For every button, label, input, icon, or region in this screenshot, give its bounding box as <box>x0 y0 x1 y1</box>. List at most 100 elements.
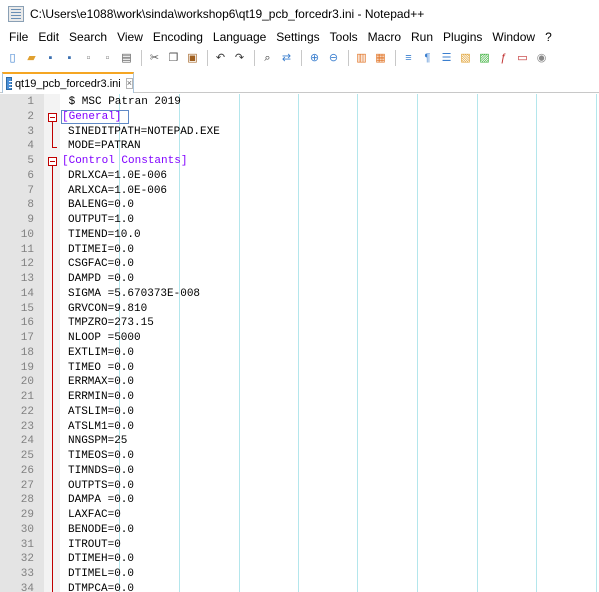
editor-line[interactable]: 12 CSGFAC=0.0 <box>0 257 599 272</box>
menu-tools[interactable]: Tools <box>325 30 363 44</box>
line-number: 9 <box>27 214 34 226</box>
close-all-icon[interactable]: ▫ <box>99 50 116 67</box>
editor-line[interactable]: 22 ATSLIM=0.0 <box>0 405 599 420</box>
editor-line[interactable]: 20 ERRMAX=0.0 <box>0 375 599 390</box>
monitoring-icon[interactable]: ◉ <box>533 50 550 67</box>
editor-line[interactable]: 13 DAMPD =0.0 <box>0 272 599 287</box>
menu-run[interactable]: Run <box>406 30 438 44</box>
line-number: 29 <box>20 509 34 521</box>
sync-horizontal-icon[interactable]: ▦ <box>372 50 389 67</box>
language-udl-icon[interactable]: ▧ <box>457 50 474 67</box>
editor-line[interactable]: 34 DTMPCA=0.0 <box>0 582 599 592</box>
editor-line[interactable]: 8 BALENG=0.0 <box>0 198 599 213</box>
code-text: OUTPTS=0.0 <box>68 479 135 492</box>
editor-line[interactable]: 21 ERRMIN=0.0 <box>0 390 599 405</box>
code-text: ARLXCA=1.0E-006 <box>68 184 168 197</box>
fold-toggle-icon[interactable] <box>48 157 57 166</box>
window-title: C:\Users\e1088\work\sinda\workshop6\qt19… <box>30 7 425 21</box>
editor-line[interactable]: 4 MODE=PATRAN <box>0 139 599 154</box>
new-file-icon[interactable]: ▯ <box>4 50 21 67</box>
section-header: [Control Constants] <box>62 155 188 167</box>
code-text: NLOOP =5000 <box>68 332 141 344</box>
menu-edit[interactable]: Edit <box>33 30 64 44</box>
word-wrap-icon[interactable]: ≡ <box>400 50 417 67</box>
line-number: 24 <box>20 435 34 448</box>
menu-settings[interactable]: Settings <box>271 30 324 44</box>
editor-line[interactable]: 7 ARLXCA=1.0E-006 <box>0 184 599 199</box>
editor-line[interactable]: 11 DTIMEI=0.0 <box>0 243 599 258</box>
editor-line[interactable]: 15 GRVCON=9.810 <box>0 302 599 317</box>
editor-line[interactable]: 10 TIMEND=10.0 <box>0 228 599 243</box>
editor-line[interactable]: 28 DAMPA =0.0 <box>0 493 599 508</box>
editor-line[interactable]: 26 TIMNDS=0.0 <box>0 464 599 479</box>
editor-line[interactable]: 24 NNGSPM=25 <box>0 434 599 449</box>
tab-close-icon[interactable]: × <box>125 78 133 89</box>
editor-line[interactable]: 18 EXTLIM=0.0 <box>0 346 599 361</box>
line-number: 1 <box>27 96 34 108</box>
editor-line[interactable]: 14 SIGMA =5.670373E-008 <box>0 287 599 302</box>
line-number: 33 <box>20 568 34 580</box>
menu-file[interactable]: File <box>4 30 33 44</box>
editor-line[interactable]: 25 TIMEOS=0.0 <box>0 449 599 464</box>
editor-line[interactable]: 19 TIMEO =0.0 <box>0 361 599 376</box>
close-icon[interactable]: ▫ <box>80 50 97 67</box>
sync-vertical-icon[interactable]: ▥ <box>353 50 370 67</box>
editor-line[interactable]: 9 OUTPUT=1.0 <box>0 213 599 228</box>
code-text: $ MSC Patran 2019 <box>62 96 181 108</box>
menu-language[interactable]: Language <box>208 30 271 44</box>
undo-icon[interactable]: ↶ <box>212 50 229 67</box>
save-all-icon[interactable]: ▪ <box>61 50 78 67</box>
fold-toggle-icon[interactable] <box>48 112 57 122</box>
folder-workspace-icon[interactable]: ▭ <box>514 50 531 67</box>
line-number: 10 <box>20 228 34 241</box>
editor-line[interactable]: 1 $ MSC Patran 2019 <box>0 95 599 110</box>
menu-view[interactable]: View <box>112 30 148 44</box>
show-all-chars-icon[interactable]: ¶ <box>419 50 436 67</box>
editor-line[interactable]: 27 OUTPTS=0.0 <box>0 479 599 494</box>
copy-icon[interactable]: ❐ <box>165 50 182 67</box>
find-icon[interactable]: ⌕ <box>259 50 276 67</box>
print-icon[interactable]: ▤ <box>118 50 135 67</box>
tab-qt19-pcb-forcedr3-ini[interactable]: qt19_pcb_forcedr3.ini × <box>2 72 134 93</box>
menu-help[interactable]: ? <box>540 30 557 44</box>
menu-search[interactable]: Search <box>64 30 112 44</box>
editor-line[interactable]: 17 NLOOP =5000 <box>0 331 599 346</box>
menu-plugins[interactable]: Plugins <box>438 30 487 44</box>
replace-icon[interactable]: ⇄ <box>278 50 295 67</box>
cut-icon[interactable]: ✂ <box>146 50 163 67</box>
file-icon <box>6 77 15 90</box>
line-number: 4 <box>27 140 34 153</box>
zoom-out-icon[interactable]: ⊖ <box>325 50 342 67</box>
line-number: 2 <box>27 110 34 123</box>
line-number: 21 <box>20 391 34 403</box>
editor-line[interactable]: 30 BENODE=0.0 <box>0 523 599 538</box>
line-number: 31 <box>20 538 34 551</box>
editor-line[interactable]: 6 DRLXCA=1.0E-006 <box>0 169 599 184</box>
paste-icon[interactable]: ▣ <box>184 50 201 67</box>
document-map-icon[interactable]: ▨ <box>476 50 493 67</box>
editor-line[interactable]: 31 ITROUT=0 <box>0 538 599 553</box>
indent-guide-icon[interactable]: ☰ <box>438 50 455 67</box>
line-number: 15 <box>20 302 34 315</box>
code-text: TMPZRO=273.15 <box>68 317 154 330</box>
editor-line[interactable]: 5 [Control Constants] <box>0 154 599 169</box>
menu-window[interactable]: Window <box>487 30 540 44</box>
menu-macro[interactable]: Macro <box>363 30 406 44</box>
function-list-icon[interactable]: ƒ <box>495 50 512 67</box>
editor-line[interactable]: 16 TMPZRO=273.15 <box>0 316 599 331</box>
save-icon[interactable]: ▪ <box>42 50 59 67</box>
editor-area[interactable]: 1 $ MSC Patran 2019 2 [General] 3 SINEDITPAT… <box>0 94 599 592</box>
code-text: TIMNDS=0.0 <box>68 464 135 477</box>
code-text: BENODE=0.0 <box>68 523 135 536</box>
editor-line[interactable]: 32 DTIMEH=0.0 <box>0 552 599 567</box>
line-number: 20 <box>20 376 34 389</box>
open-file-icon[interactable]: ▰ <box>23 50 40 67</box>
editor-line[interactable]: 29 LAXFAC=0 <box>0 508 599 523</box>
menu-encoding[interactable]: Encoding <box>148 30 208 44</box>
editor-line[interactable]: 23 ATSLM1=0.0 <box>0 420 599 435</box>
editor-line[interactable]: 33 DTIMEL=0.0 <box>0 567 599 582</box>
zoom-in-icon[interactable]: ⊕ <box>306 50 323 67</box>
line-number: 3 <box>27 125 34 138</box>
redo-icon[interactable]: ↷ <box>231 50 248 67</box>
editor-line[interactable]: 3 SINEDITPATH=NOTEPAD.EXE <box>0 125 599 140</box>
